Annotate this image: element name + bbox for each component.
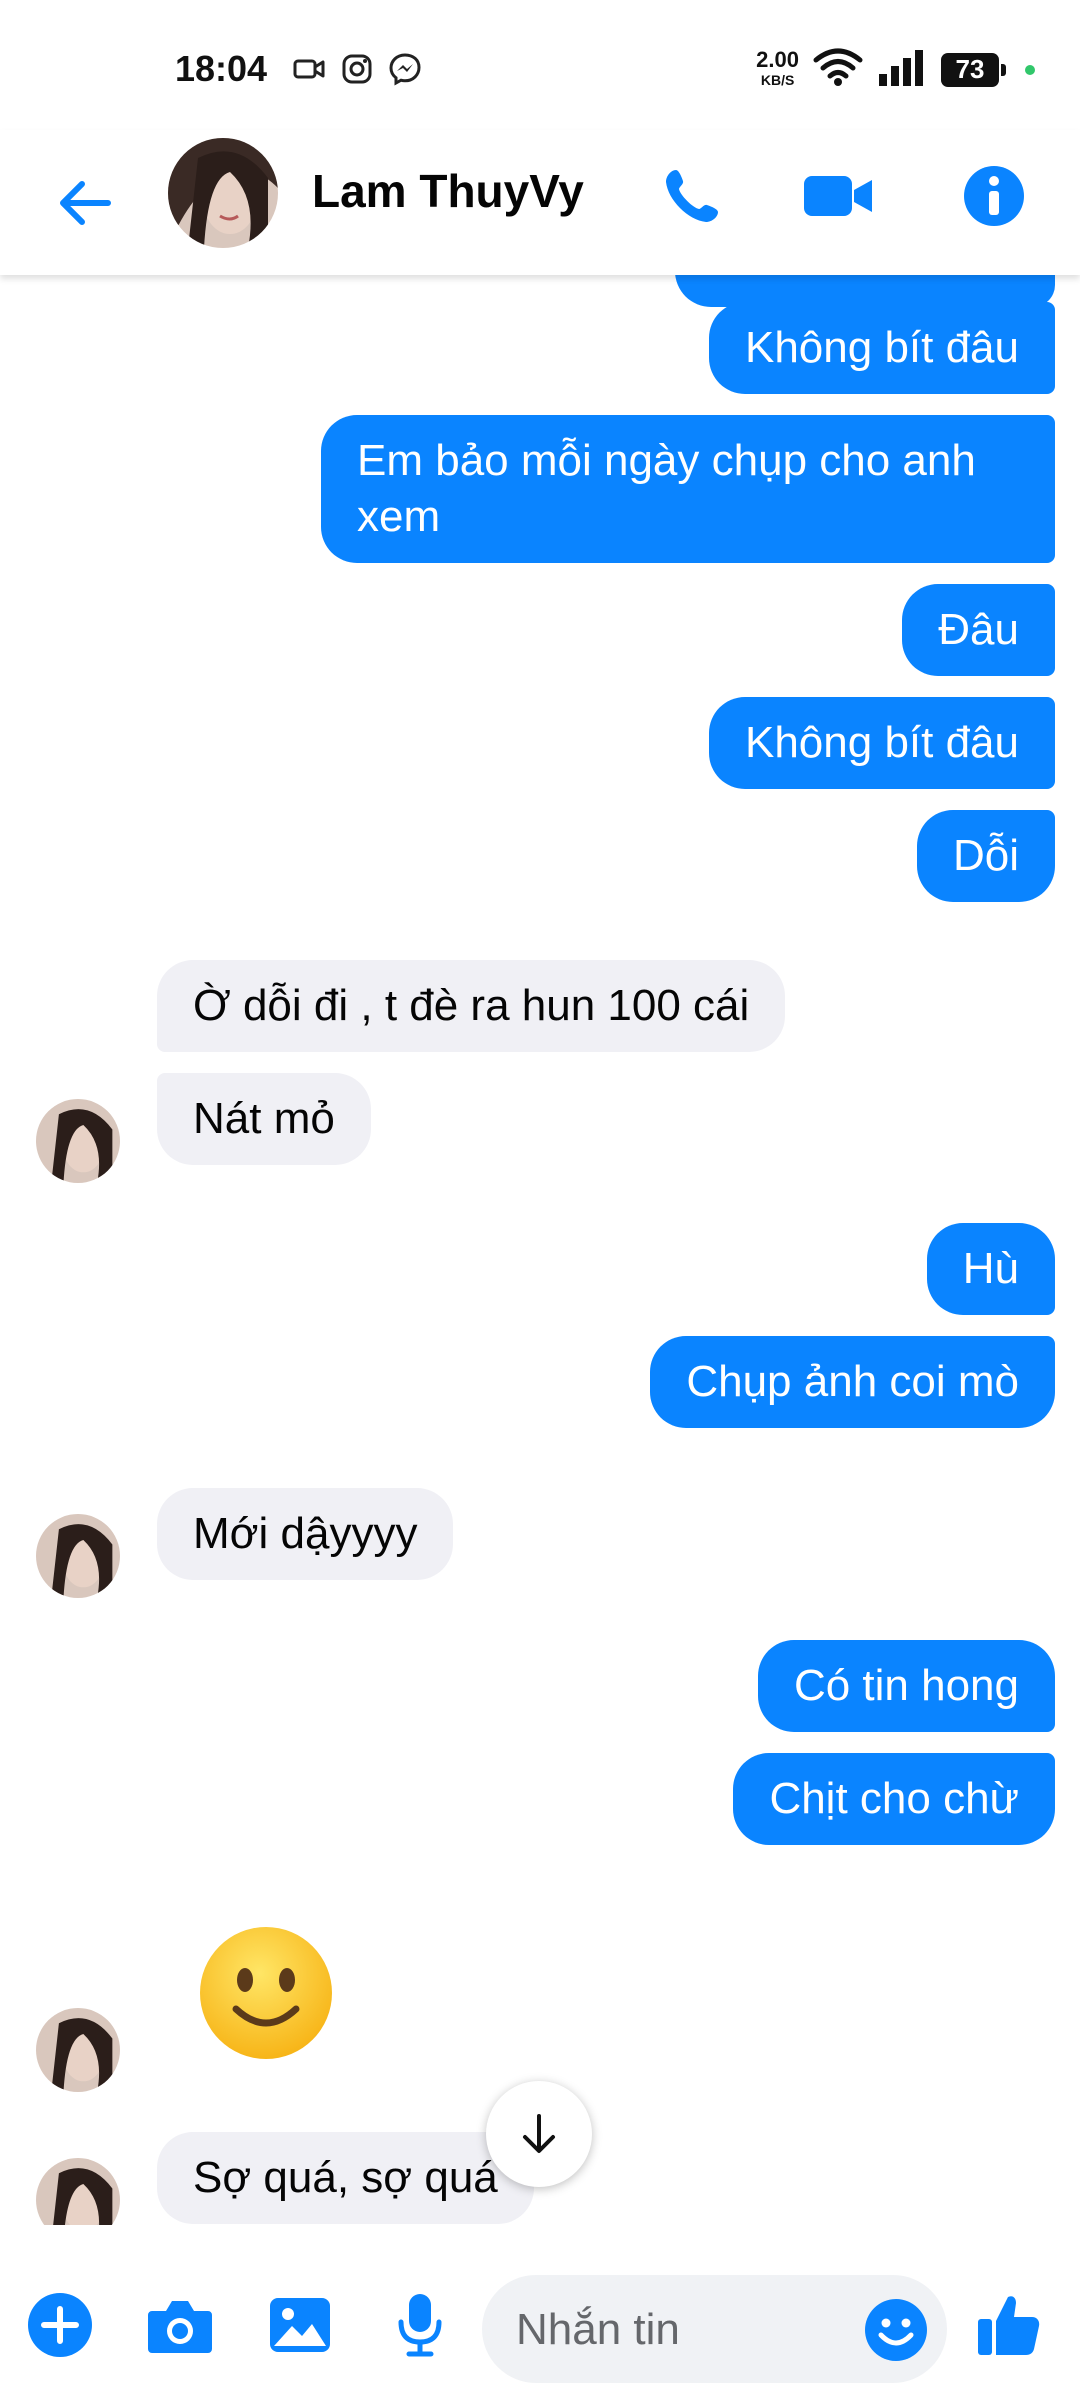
contact-avatar-small[interactable]	[36, 1099, 120, 1183]
plus-icon[interactable]	[20, 2285, 100, 2365]
message-bubble-incoming[interactable]: Sợ quá, sợ quá	[157, 2132, 534, 2224]
message-bubble-outgoing[interactable]: Có tin hong	[757, 1640, 1055, 1732]
phone-icon[interactable]	[652, 156, 732, 236]
contact-avatar-small[interactable]	[36, 1514, 120, 1598]
emoji-icon[interactable]	[863, 2297, 929, 2363]
message-line: xem	[357, 492, 441, 541]
system-status: 2.00 KB/S 73	[756, 48, 1035, 91]
contact-avatar[interactable]	[168, 138, 278, 248]
gallery-icon[interactable]	[260, 2285, 340, 2365]
message-bubble-outgoing[interactable]: Không bít đâu	[708, 697, 1055, 789]
contact-name[interactable]: Lam ThuyVy	[312, 164, 584, 218]
message-composer	[0, 2260, 1080, 2400]
message-bubble-outgoing[interactable]: Em bảo mỗi ngày chụp cho anh xem	[321, 415, 1055, 563]
message-bubble-incoming[interactable]: Nát mỏ	[157, 1073, 371, 1165]
wifi-icon	[813, 48, 863, 91]
message-line: Em bảo mỗi ngày chụp cho anh	[357, 436, 976, 485]
video-camera-icon	[292, 52, 326, 86]
info-icon[interactable]	[954, 156, 1034, 236]
message-bubble-incoming[interactable]: Mới dậyyyy	[157, 1488, 454, 1580]
back-arrow-icon[interactable]	[50, 168, 120, 238]
message-bubble-outgoing[interactable]: Hù	[926, 1223, 1055, 1315]
instagram-icon	[340, 52, 374, 86]
message-input-container[interactable]	[482, 2275, 947, 2385]
message-bubble-outgoing[interactable]: Dỗi	[916, 810, 1055, 902]
network-speed-unit: KB/S	[760, 71, 795, 88]
network-speed-value: 2.00	[756, 46, 799, 72]
video-call-icon[interactable]	[798, 156, 878, 236]
arrow-down-icon	[523, 2114, 555, 2153]
thumbs-up-icon[interactable]	[968, 2285, 1048, 2365]
message-bubble-outgoing[interactable]: Không bít đâu	[708, 302, 1055, 394]
battery-indicator: 73	[941, 52, 1006, 87]
message-bubble-incoming[interactable]: Ờ dỗi đi , t đè ra hun 100 cái	[157, 960, 786, 1052]
status-bar: 18:04 2.00 KB/S 73	[0, 0, 1080, 130]
message-bubble-outgoing[interactable]: Chụp ảnh coi mò	[650, 1336, 1055, 1428]
messenger-icon	[388, 52, 422, 86]
contact-avatar-small[interactable]	[36, 2008, 120, 2092]
signal-icon	[877, 48, 927, 91]
notification-icons	[292, 52, 422, 86]
conversation-header: Lam ThuyVy	[0, 130, 1080, 275]
message-input[interactable]	[514, 2275, 848, 2385]
scroll-to-bottom-button[interactable]	[486, 2081, 592, 2187]
contact-avatar-small[interactable]	[36, 2158, 120, 2225]
message-list[interactable]: Không bít đâu Em bảo mỗi ngày chụp cho a…	[0, 275, 1080, 2225]
microphone-icon[interactable]	[380, 2285, 460, 2365]
status-time: 18:04	[175, 48, 268, 89]
camera-icon[interactable]	[140, 2285, 220, 2365]
message-bubble-outgoing[interactable]: Chịt cho chừ	[733, 1753, 1055, 1845]
slightly-smiling-face-emoji[interactable]	[198, 1925, 334, 2061]
privacy-indicator	[1025, 64, 1035, 75]
message-bubble-outgoing[interactable]: Đâu	[902, 584, 1055, 676]
network-speed: 2.00 KB/S	[756, 46, 799, 90]
